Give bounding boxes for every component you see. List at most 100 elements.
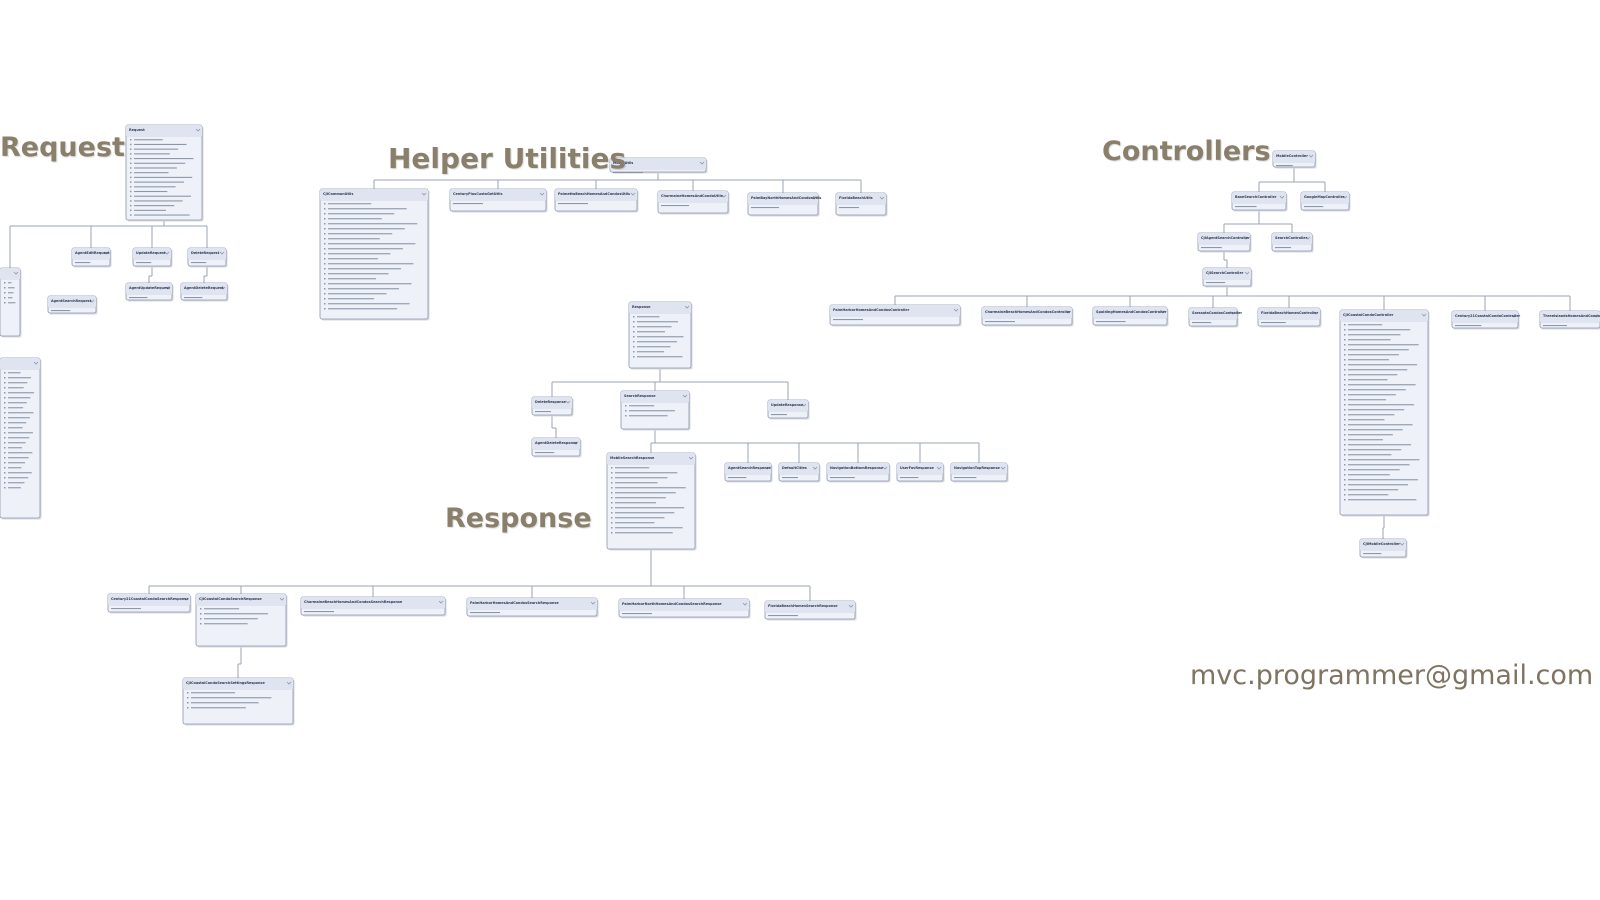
class-box-base-search-controller[interactable]: BaseSearchController bbox=[1231, 191, 1288, 212]
class-box-helper-1[interactable]: CenturyPlusCustoGetUtils bbox=[449, 188, 548, 213]
class-box-cji-mobile-controller[interactable]: CJIMobileController bbox=[1359, 538, 1408, 559]
class-box-resp-1[interactable]: Century21CoastalCondoSearchResponse bbox=[107, 593, 192, 614]
class-box-delete-response[interactable]: DeleteResponse bbox=[531, 396, 574, 417]
connector-cji-coastal-condo-search-response bbox=[237, 646, 242, 678]
class-name-base-search-controller: BaseSearchController bbox=[1235, 195, 1277, 199]
class-name-agent-edit-request: AgentEditRequest bbox=[75, 251, 110, 255]
class-box-ctrl-4[interactable]: SarasotaCondosController bbox=[1188, 307, 1242, 328]
connector-search-response bbox=[650, 429, 980, 463]
class-box-ctrl-5[interactable]: FloridaBeachHomesController bbox=[1257, 307, 1322, 328]
class-box-ctrl-2[interactable]: CharmaineBeachHomesAndCondosController bbox=[981, 306, 1074, 327]
class-box-default-cities[interactable]: DefaultCities bbox=[778, 462, 821, 483]
class-box-cji-common-utils[interactable]: CJICommonUtils bbox=[319, 188, 430, 321]
class-box-helper-2[interactable]: PalmettoBeachHomesAndCondosUtils bbox=[554, 188, 639, 213]
class-box-agent-update-request[interactable]: AgentUpdateRequest bbox=[125, 282, 174, 302]
class-box-request[interactable]: Request bbox=[125, 124, 204, 222]
class-box-navigation-top-response[interactable]: NavigationTopResponse bbox=[950, 462, 1009, 483]
class-box-mobile-search-response[interactable]: MobileSearchResponse bbox=[606, 452, 697, 551]
class-box-helper-3[interactable]: CharmaineHomesAndCondoUtils bbox=[657, 190, 730, 215]
class-box-ctrl-3[interactable]: SpaldingHomesAndCondosController bbox=[1092, 306, 1169, 327]
class-name-ctrl-8: ThreeIslandsHomesAndCondosController bbox=[1543, 314, 1600, 318]
connector-mobile-controller bbox=[1258, 167, 1326, 192]
class-name-cji-agent-search-controller: CJIAgentSearchController bbox=[1201, 236, 1250, 240]
connector-base-search-controller bbox=[1223, 210, 1293, 233]
class-box-helper-5[interactable]: FloridaBeachUtils bbox=[835, 192, 888, 217]
class-name-ctrl-3: SpaldingHomesAndCondosController bbox=[1096, 310, 1167, 314]
class-box-agent-search-response[interactable]: AgentSearchResponse bbox=[724, 462, 773, 483]
class-name-navigation-bottom-response: NavigationBottomResponse bbox=[830, 466, 884, 470]
connector-mobile-search-response bbox=[148, 549, 811, 601]
class-name-cji-coastal-condo-search-response: CJICoastalCondoSearchResponse bbox=[199, 597, 262, 601]
class-box-update-request[interactable]: UpdateRequest bbox=[132, 247, 173, 268]
class-name-agent-delete-request: AgentDeleteRequest bbox=[184, 286, 224, 290]
class-box-agent-delete-request[interactable]: AgentDeleteRequest bbox=[180, 282, 229, 302]
class-box-cji-search-controller[interactable]: CJISearchController bbox=[1202, 267, 1253, 288]
class-name-cji-search-controller: CJISearchController bbox=[1206, 271, 1244, 275]
section-title-helper-utilities: Helper Utilities bbox=[388, 142, 627, 175]
class-box-req-left-a[interactable] bbox=[0, 267, 22, 338]
connector-delete-response bbox=[551, 415, 557, 438]
class-box-cji-coastal-condo-search-response[interactable]: CJICoastalCondoSearchResponse bbox=[195, 593, 288, 648]
class-name-search-response: SearchResponse bbox=[624, 394, 656, 398]
class-box-resp-5[interactable]: PalmHarborNorthHomesAndCondosSearchRespo… bbox=[618, 598, 751, 619]
class-box-helper-4[interactable]: PalmBayNorthHomesAndCondosUtils bbox=[747, 192, 821, 217]
class-box-cji-agent-search-controller[interactable]: CJIAgentSearchController bbox=[1197, 232, 1252, 253]
class-box-agent-edit-request[interactable]: AgentEditRequest bbox=[71, 247, 112, 268]
class-name-helper-5: FloridaBeachUtils bbox=[839, 196, 873, 200]
section-title-controllers: Controllers bbox=[1102, 136, 1271, 167]
class-name-ctrl-5: FloridaBeachHomesController bbox=[1261, 311, 1318, 315]
class-name-helper-3: CharmaineHomesAndCondoUtils bbox=[661, 194, 723, 198]
class-name-ctrl-7: Century21CoastalCondoController bbox=[1455, 314, 1520, 318]
class-box-user-fav-response[interactable]: UserFavResponse bbox=[896, 462, 945, 483]
connector-update-request bbox=[148, 266, 153, 283]
class-box-search-controller[interactable]: SearchController bbox=[1271, 232, 1314, 253]
class-name-agent-update-request: AgentUpdateRequest bbox=[129, 286, 170, 290]
class-box-response[interactable]: Response bbox=[628, 301, 693, 370]
class-name-user-fav-response: UserFavResponse bbox=[900, 466, 934, 470]
class-box-search-response[interactable]: SearchResponse bbox=[620, 390, 691, 431]
class-name-request: Request bbox=[129, 128, 145, 132]
class-box-agent-delete-response[interactable]: AgentDeleteResponse bbox=[531, 437, 582, 458]
class-box-resp-6[interactable]: FloridaBeachHomesSearchResponse bbox=[764, 600, 857, 621]
section-title-request: Request bbox=[0, 132, 125, 163]
class-box-navigation-bottom-response[interactable]: NavigationBottomResponse bbox=[826, 462, 891, 483]
class-name-ctrl-4: SarasotaCondosController bbox=[1192, 311, 1242, 315]
class-box-cji-coastal-condo-search-settings-response[interactable]: CJICoastalCondoSearchSettingsResponse bbox=[182, 677, 295, 726]
class-name-agent-search-request: AgentSearchRequest bbox=[51, 299, 92, 303]
class-name-delete-response: DeleteResponse bbox=[535, 400, 567, 404]
class-box-delete-request[interactable]: DeleteRequest bbox=[187, 247, 228, 268]
class-box-update-response[interactable]: UpdateResponse bbox=[767, 399, 810, 420]
class-name-agent-delete-response: AgentDeleteResponse bbox=[535, 441, 578, 445]
class-box-agent-search-request[interactable]: AgentSearchRequest bbox=[47, 295, 98, 315]
class-box-resp-3[interactable]: CharmaineBeachHomesAndCondosSearchRespon… bbox=[300, 596, 447, 617]
contact-email: mvc.programmer@gmail.com bbox=[1190, 660, 1594, 691]
class-name-mobile-controller: MobileController bbox=[1276, 154, 1308, 158]
class-box-req-left-b[interactable] bbox=[0, 357, 42, 520]
class-name-resp-4: PalmHarborHomesAndCondosSearchResponse bbox=[470, 601, 559, 605]
class-name-cji-coastal-condo-controller: CJICoastalCondoController bbox=[1343, 313, 1394, 317]
class-name-navigation-top-response: NavigationTopResponse bbox=[954, 466, 1000, 470]
class-box-ctrl-1[interactable]: PalmHarborHomesAndCondosController bbox=[829, 304, 962, 327]
class-name-resp-6: FloridaBeachHomesSearchResponse bbox=[768, 604, 838, 608]
class-box-google-map-controller[interactable]: GoogleMapController bbox=[1300, 191, 1351, 212]
class-name-ctrl-1: PalmHarborHomesAndCondosController bbox=[833, 308, 910, 312]
class-box-mobile-controller[interactable]: MobileController bbox=[1272, 150, 1317, 169]
class-name-resp-5: PalmHarborNorthHomesAndCondosSearchRespo… bbox=[622, 602, 722, 606]
class-name-mobile-search-response: MobileSearchResponse bbox=[610, 456, 655, 460]
class-name-response: Response bbox=[632, 305, 651, 309]
class-box-ctrl-8[interactable]: ThreeIslandsHomesAndCondosController bbox=[1539, 310, 1600, 330]
connector-cji-agent-search-controller bbox=[1223, 251, 1228, 268]
class-name-cji-mobile-controller: CJIMobileController bbox=[1363, 542, 1400, 546]
class-name-default-cities: DefaultCities bbox=[782, 466, 807, 470]
class-box-resp-4[interactable]: PalmHarborHomesAndCondosSearchResponse bbox=[466, 597, 599, 618]
class-name-resp-3: CharmaineBeachHomesAndCondosSearchRespon… bbox=[304, 600, 403, 604]
class-name-helper-4: PalmBayNorthHomesAndCondosUtils bbox=[751, 196, 821, 200]
class-name-ctrl-2: CharmaineBeachHomesAndCondosController bbox=[985, 310, 1071, 314]
class-name-helper-2: PalmettoBeachHomesAndCondosUtils bbox=[558, 192, 630, 196]
class-name-google-map-controller: GoogleMapController bbox=[1304, 195, 1345, 199]
class-name-resp-1: Century21CoastalCondoSearchResponse bbox=[111, 597, 189, 601]
class-box-cji-coastal-condo-controller[interactable]: CJICoastalCondoController bbox=[1339, 309, 1430, 517]
class-box-ctrl-7[interactable]: Century21CoastalCondoController bbox=[1451, 310, 1520, 330]
section-title-response: Response bbox=[445, 503, 592, 534]
class-name-helper-1: CenturyPlusCustoGetUtils bbox=[453, 192, 503, 196]
